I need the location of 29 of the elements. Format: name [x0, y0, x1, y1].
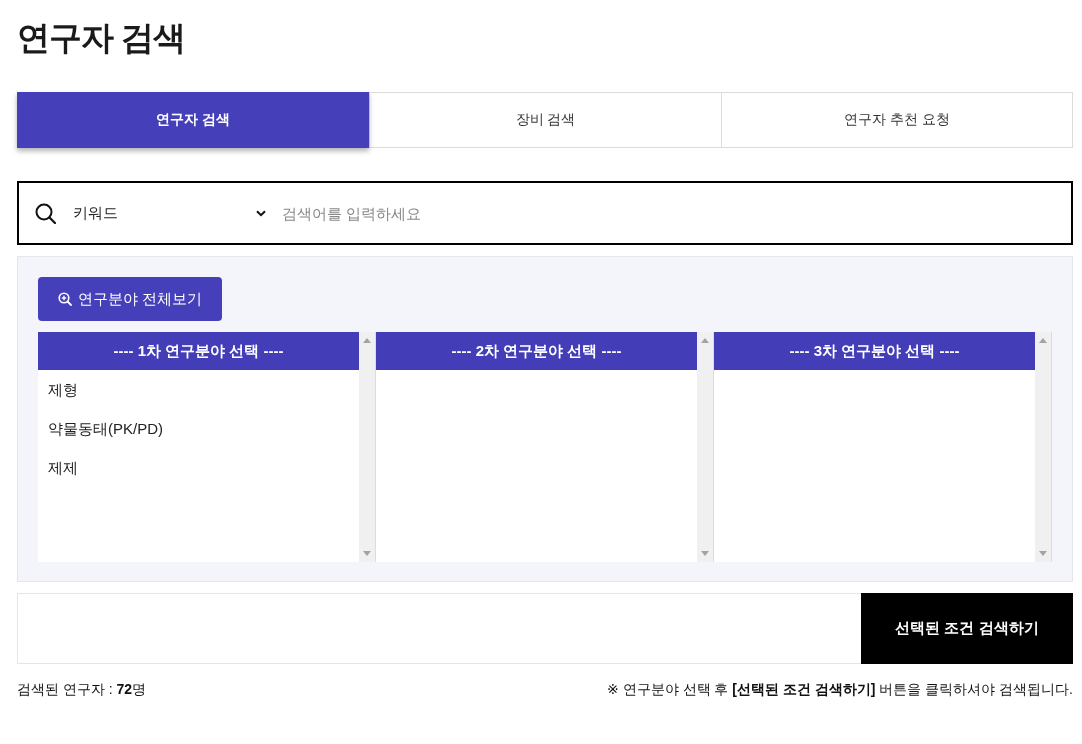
field-listbox[interactable]: ---- 1차 연구분야 선택 ---- 제형 약물동태(PK/PD) 제제: [38, 332, 359, 562]
tab[interactable]: 연구자 검색: [17, 92, 370, 148]
search-submit-button[interactable]: 선택된 조건 검색하기: [861, 593, 1073, 664]
browse-all-button[interactable]: 연구분야 전체보기: [38, 277, 223, 321]
list-option[interactable]: 제형: [38, 370, 359, 409]
scroll-down-icon[interactable]: [1039, 551, 1047, 556]
notice-text: ※ 연구분야 선택 후 [선택된 조건 검색하기] 버튼을 클릭하셔야 검색됩니다.: [607, 681, 1073, 699]
scrollbar[interactable]: [359, 332, 376, 562]
scroll-up-icon[interactable]: [363, 338, 371, 343]
chevron-down-icon: [256, 209, 266, 217]
search-field[interactable]: 키워드 검색어를 입력하세요: [17, 181, 1073, 245]
search-type-dropdown[interactable]: 키워드: [73, 193, 268, 233]
page-title: 연구자 검색: [17, 18, 187, 58]
zoom-in-icon: [58, 292, 72, 306]
list-header: ---- 1차 연구분야 선택 ----: [38, 332, 359, 370]
scroll-down-icon[interactable]: [363, 551, 371, 556]
list-option[interactable]: 제제: [38, 448, 359, 487]
field-listbox[interactable]: ---- 2차 연구분야 선택 ----: [376, 332, 697, 562]
scroll-up-icon[interactable]: [1039, 338, 1047, 343]
list-header: ---- 3차 연구분야 선택 ----: [714, 332, 1035, 370]
scroll-down-icon[interactable]: [701, 551, 709, 556]
scrollbar[interactable]: [697, 332, 714, 562]
field-listbox[interactable]: ---- 3차 연구분야 선택 ----: [714, 332, 1035, 562]
list-header: ---- 2차 연구분야 선택 ----: [376, 332, 697, 370]
list-option[interactable]: 약물동태(PK/PD): [38, 409, 359, 448]
scrollbar[interactable]: [1035, 332, 1052, 562]
result-count: 검색된 연구자 : 72명: [17, 681, 147, 699]
scroll-up-icon[interactable]: [701, 338, 709, 343]
search-icon: [35, 202, 56, 224]
